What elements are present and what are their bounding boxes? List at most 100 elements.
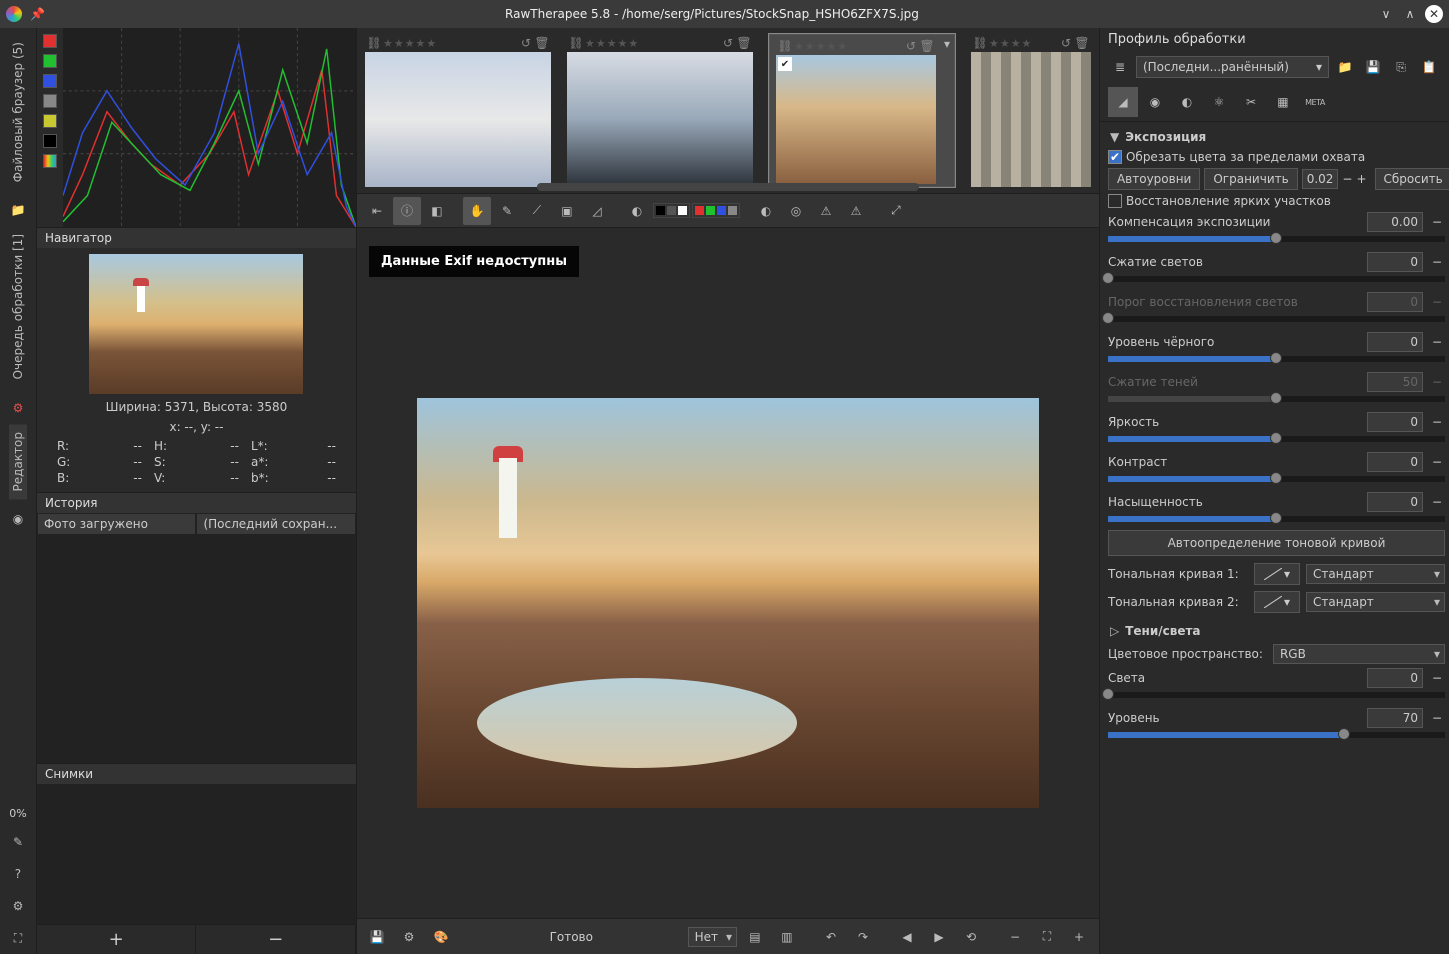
minus-icon[interactable]: − xyxy=(1429,255,1445,269)
undo-icon[interactable]: ↺ xyxy=(904,39,918,53)
hl-recover-checkbox[interactable] xyxy=(1108,194,1122,208)
slider-knob[interactable] xyxy=(1270,352,1282,364)
clip-shadow-icon[interactable]: ⚠ xyxy=(812,197,840,225)
strip-scrollbar[interactable] xyxy=(537,183,919,191)
gear-icon[interactable]: ⚙ xyxy=(8,398,28,418)
ch-luma[interactable] xyxy=(728,206,737,215)
sharpen-preview-icon[interactable]: ◎ xyxy=(782,197,810,225)
slider-knob[interactable] xyxy=(1270,232,1282,244)
clip-highlight-icon[interactable]: ⚠ xyxy=(842,197,870,225)
check-icon[interactable]: ✔ xyxy=(778,57,792,71)
histo-chroma-toggle[interactable] xyxy=(43,114,57,128)
trash-icon[interactable]: 🗑 xyxy=(1075,36,1089,50)
slider-value[interactable]: 0 xyxy=(1367,452,1423,472)
history-row-name[interactable]: Фото загружено xyxy=(37,513,197,535)
slider-value[interactable]: 50 xyxy=(1367,372,1423,392)
queue-icon[interactable]: ⚙ xyxy=(395,923,423,951)
slider-knob[interactable] xyxy=(1270,472,1282,484)
tab-advanced-icon[interactable]: ⚛ xyxy=(1204,87,1234,117)
minus-icon[interactable]: − xyxy=(1429,295,1445,309)
minus-icon[interactable]: − xyxy=(1429,215,1445,229)
pin-icon[interactable]: 📌 xyxy=(30,7,45,21)
navigator-thumbnail[interactable] xyxy=(89,254,303,394)
reset-button[interactable]: Сбросить xyxy=(1375,168,1449,190)
tone-curve-2-shape[interactable]: ▾ xyxy=(1254,591,1300,613)
clip-value[interactable]: 0.02 xyxy=(1302,169,1339,189)
slider-track[interactable] xyxy=(1108,476,1445,482)
gamut-icon[interactable]: ▥ xyxy=(773,923,801,951)
bg-toggle-icon[interactable]: ◐ xyxy=(623,197,651,225)
slider-knob[interactable] xyxy=(1102,312,1114,324)
histo-green-toggle[interactable] xyxy=(43,54,57,68)
undo-icon[interactable]: ↺ xyxy=(519,36,533,50)
minus-icon[interactable]: − xyxy=(1429,415,1445,429)
tone-curve-1-shape[interactable]: ▾ xyxy=(1254,563,1300,585)
link-icon[interactable]: ⛓ xyxy=(778,39,792,53)
arrow-left-icon[interactable]: ⇤ xyxy=(363,197,391,225)
rotate-right-icon[interactable]: ↷ xyxy=(849,923,877,951)
external-editor-icon[interactable]: 🎨 xyxy=(427,923,455,951)
slider-track[interactable] xyxy=(1108,316,1445,322)
minus-icon[interactable]: − xyxy=(1429,495,1445,509)
info-icon[interactable]: ⓘ xyxy=(393,197,421,225)
tab-exposure-icon[interactable]: ◢ xyxy=(1108,87,1138,117)
auto-curve-button[interactable]: Автоопределение тоновой кривой xyxy=(1108,530,1445,556)
before-after-icon[interactable]: ◧ xyxy=(423,197,451,225)
close-icon[interactable]: ✕ xyxy=(1425,5,1443,23)
save-icon[interactable]: 💾 xyxy=(363,923,391,951)
ch-blue[interactable] xyxy=(717,206,726,215)
ch-red[interactable] xyxy=(695,206,704,215)
slider-value[interactable]: 0 xyxy=(1367,332,1423,352)
colorspace-select[interactable]: RGB xyxy=(1273,644,1445,664)
tab-queue[interactable]: Очередь обработки [1] xyxy=(9,226,27,387)
bg-gray[interactable] xyxy=(667,206,676,215)
undo-icon[interactable]: ↺ xyxy=(1059,36,1073,50)
plus-icon[interactable]: + xyxy=(1356,172,1366,186)
zoom-fit-icon[interactable]: ⛶ xyxy=(1033,923,1061,951)
thumbnail-item[interactable]: ⛓★★★★★↺🗑 xyxy=(567,34,753,187)
shadows-section-header[interactable]: ▷Тени/света xyxy=(1108,620,1445,642)
monitor-profile-icon[interactable]: ▤ xyxy=(741,923,769,951)
trash-icon[interactable]: 🗑 xyxy=(535,36,549,50)
tab-meta-icon[interactable]: META xyxy=(1300,87,1330,117)
slider-value[interactable]: 0 xyxy=(1367,668,1423,688)
histo-bar-toggle[interactable] xyxy=(43,154,57,168)
thumbnail-item-selected[interactable]: ⛓★★★★★↺🗑 ✔ xyxy=(769,34,955,187)
slider-track[interactable] xyxy=(1108,396,1445,402)
zoom-in-icon[interactable]: + xyxy=(1065,923,1093,951)
slider-value[interactable]: 0 xyxy=(1367,492,1423,512)
rotate-left-icon[interactable]: ↶ xyxy=(817,923,845,951)
fullscreen-icon[interactable]: ⛶ xyxy=(8,928,28,948)
minus-icon[interactable]: − xyxy=(1342,172,1352,186)
profile-load-icon[interactable]: 📁 xyxy=(1333,55,1357,79)
link-icon[interactable]: ⛓ xyxy=(569,36,583,50)
picker-icon[interactable]: ✎ xyxy=(493,197,521,225)
exposure-section-header[interactable]: ▼Экспозиция xyxy=(1108,126,1445,148)
link-icon[interactable]: ⛓ xyxy=(367,36,381,50)
slider-track[interactable] xyxy=(1108,692,1445,698)
tab-detail-icon[interactable]: ◉ xyxy=(1140,87,1170,117)
tab-color-icon[interactable]: ◐ xyxy=(1172,87,1202,117)
slider-track[interactable] xyxy=(1108,732,1445,738)
slider-knob[interactable] xyxy=(1102,688,1114,700)
histo-raw-toggle[interactable] xyxy=(43,134,57,148)
slider-value[interactable]: 70 xyxy=(1367,708,1423,728)
minimize-icon[interactable]: ∨ xyxy=(1377,5,1395,23)
slider-value[interactable]: 0 xyxy=(1367,252,1423,272)
zoom-in-button[interactable]: + xyxy=(37,925,197,954)
undo-icon[interactable]: ↺ xyxy=(721,36,735,50)
minus-icon[interactable]: − xyxy=(1429,455,1445,469)
minus-icon[interactable]: − xyxy=(1429,335,1445,349)
histo-luma-toggle[interactable] xyxy=(43,94,57,108)
profile-copy-icon[interactable]: ⎘ xyxy=(1389,55,1413,79)
wand-icon[interactable]: ✎ xyxy=(8,832,28,852)
link-icon[interactable]: ⛓ xyxy=(973,36,987,50)
slider-knob[interactable] xyxy=(1270,432,1282,444)
wb-picker-icon[interactable]: ⟋ xyxy=(523,197,551,225)
next-image-icon[interactable]: ▶ xyxy=(925,923,953,951)
crop-icon[interactable]: ▣ xyxy=(553,197,581,225)
minus-icon[interactable]: − xyxy=(1429,711,1445,725)
tone-curve-1-mode[interactable]: Стандарт xyxy=(1306,564,1445,584)
minus-icon[interactable]: − xyxy=(1429,671,1445,685)
zoom-out-icon[interactable]: − xyxy=(1001,923,1029,951)
